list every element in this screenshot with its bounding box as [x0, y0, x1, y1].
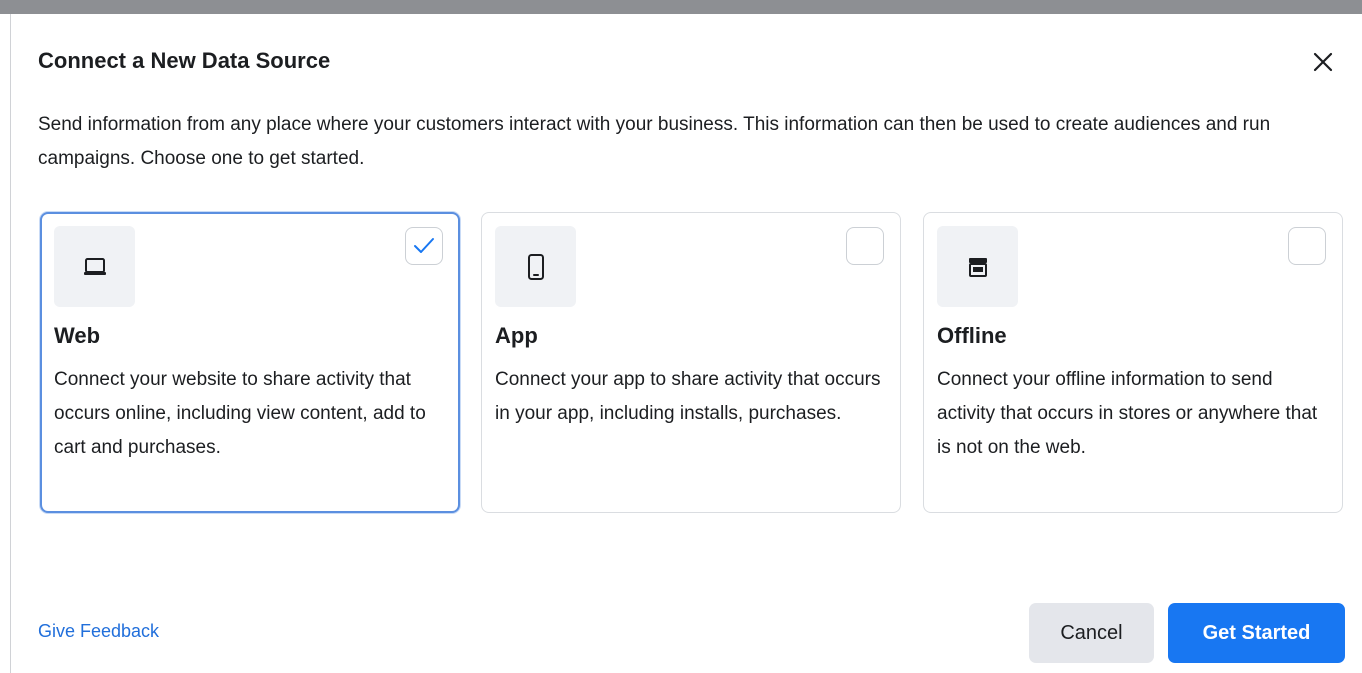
- connect-data-source-dialog: Connect a New Data Source Send informati…: [11, 14, 1362, 673]
- source-card-app[interactable]: App Connect your app to share activity t…: [481, 212, 901, 513]
- check-icon: [414, 238, 434, 253]
- close-button[interactable]: [1307, 46, 1339, 78]
- source-card-offline[interactable]: Offline Connect your offline information…: [923, 212, 1343, 513]
- close-icon: [1313, 52, 1333, 72]
- source-icon-box: [54, 226, 135, 307]
- source-checkbox-web[interactable]: [405, 227, 443, 265]
- source-icon-box: [937, 226, 1018, 307]
- source-description: Connect your offline information to send…: [937, 369, 1318, 458]
- laptop-icon: [83, 257, 106, 275]
- screen: Connect a New Data Source Send informati…: [0, 0, 1362, 673]
- source-title: Offline: [937, 323, 1007, 348]
- source-description: Connect your app to share activity that …: [495, 369, 881, 424]
- window-left-edge: [0, 14, 11, 673]
- dialog-description: Send information from any place where yo…: [38, 114, 1271, 169]
- give-feedback-link[interactable]: Give Feedback: [38, 621, 159, 642]
- source-card-web[interactable]: Web Connect your website to share activi…: [40, 212, 460, 513]
- cancel-button[interactable]: Cancel: [1029, 603, 1154, 663]
- source-description: Connect your website to share activity t…: [54, 369, 426, 458]
- source-title: Web: [54, 323, 101, 348]
- source-checkbox-app[interactable]: [846, 227, 884, 265]
- get-started-button[interactable]: Get Started: [1168, 603, 1345, 663]
- source-checkbox-offline[interactable]: [1288, 227, 1326, 265]
- mobile-phone-icon: [527, 253, 544, 280]
- window-top-border: [0, 0, 1362, 14]
- source-icon-box: [495, 226, 576, 307]
- store-icon: [968, 257, 987, 277]
- dialog-title: Connect a New Data Source: [38, 48, 331, 73]
- source-title: App: [495, 323, 538, 348]
